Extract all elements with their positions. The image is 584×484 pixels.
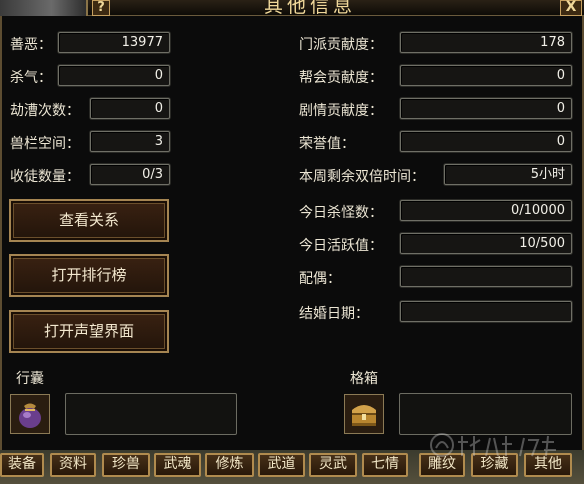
tab-martial-soul[interactable]: 武魂	[154, 453, 201, 477]
pet-stable-label: 兽栏空间：	[10, 136, 80, 152]
karma-label: 善恶：	[10, 37, 52, 53]
tab-collection[interactable]: 珍藏	[471, 453, 518, 477]
close-button[interactable]: X	[560, 0, 582, 16]
window-title: 其他信息	[263, 0, 356, 17]
title-bar-ornament	[0, 0, 88, 16]
tab-equipment[interactable]: 装备	[0, 453, 44, 477]
tab-seven-emotions[interactable]: 七情	[362, 453, 408, 477]
wedding-date-label: 结婚日期：	[299, 306, 369, 322]
daily-kills-label: 今日杀怪数：	[299, 205, 383, 221]
convoy-robbery-label: 劫漕次数：	[10, 103, 80, 119]
tab-other[interactable]: 其他	[524, 453, 572, 477]
apprentice-count-value: 0/3	[90, 164, 170, 185]
story-contribution-value: 0	[400, 98, 572, 119]
purple-pouch-icon	[11, 395, 49, 433]
grid-box-label: 格箱	[350, 371, 378, 387]
spouse-label: 配偶：	[299, 271, 341, 287]
tab-cultivation[interactable]: 修炼	[205, 453, 254, 477]
kill-aura-label: 杀气：	[10, 70, 52, 86]
guild-contribution-label: 帮会贡献度：	[299, 70, 383, 86]
convoy-robbery-value: 0	[90, 98, 170, 119]
tab-spirit-weapon[interactable]: 灵武	[309, 453, 357, 477]
bottom-tab-bar: 装备 资料 珍兽 武魂 修炼 武道 灵武 七情 雕纹 珍藏 其他	[0, 450, 584, 484]
tab-rare-pets[interactable]: 珍兽	[102, 453, 150, 477]
bag-content-box[interactable]	[65, 393, 237, 435]
apprentice-count-label: 收徒数量：	[10, 169, 80, 185]
sect-contribution-label: 门派贡献度：	[299, 37, 383, 53]
golden-chest-icon	[345, 395, 383, 433]
window-title-bar: ? 其他信息 X	[0, 0, 584, 17]
honor-value: 0	[400, 131, 572, 152]
open-rankings-button[interactable]: 打开排行榜	[9, 254, 169, 297]
honor-label: 荣誉值：	[299, 136, 355, 152]
view-relations-button[interactable]: 查看关系	[9, 199, 169, 242]
kill-aura-value: 0	[58, 65, 170, 86]
double-exp-time-value: 5小时	[444, 164, 572, 185]
guild-contribution-value: 0	[400, 65, 572, 86]
bag-label: 行囊	[16, 371, 44, 387]
wedding-date-value	[400, 301, 572, 322]
tab-martial-path[interactable]: 武道	[258, 453, 305, 477]
spouse-value	[400, 266, 572, 287]
info-panel: 善恶： 13977 杀气： 0 劫漕次数： 0 兽栏空间： 3 收徒数量： 0/…	[0, 16, 584, 450]
tab-profile[interactable]: 资料	[50, 453, 96, 477]
daily-activity-value: 10/500	[400, 233, 572, 254]
bag-slot[interactable]	[10, 394, 50, 434]
double-exp-time-label: 本周剩余双倍时间：	[299, 169, 425, 185]
open-reputation-button[interactable]: 打开声望界面	[9, 310, 169, 353]
karma-value: 13977	[58, 32, 170, 53]
grid-box-slot[interactable]	[344, 394, 384, 434]
daily-kills-value: 0/10000	[400, 200, 572, 221]
grid-box-content-box[interactable]	[399, 393, 572, 435]
daily-activity-label: 今日活跃值：	[299, 238, 383, 254]
pet-stable-value: 3	[90, 131, 170, 152]
tab-engraving[interactable]: 雕纹	[419, 453, 465, 477]
sect-contribution-value: 178	[400, 32, 572, 53]
help-button[interactable]: ?	[92, 0, 110, 16]
story-contribution-label: 剧情贡献度：	[299, 103, 383, 119]
